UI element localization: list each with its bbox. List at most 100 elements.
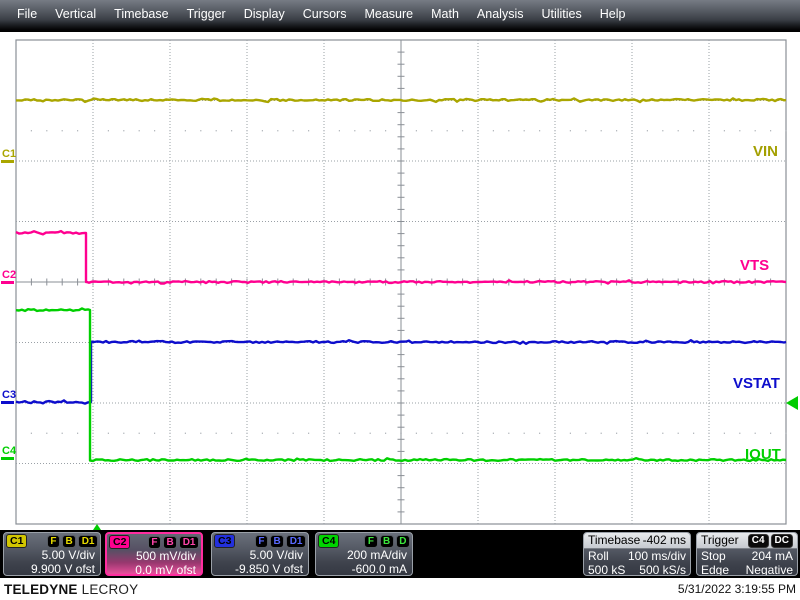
grid-dot (169, 130, 171, 132)
grid-dot (385, 432, 387, 434)
descriptor-toolbar: C1 F B D1 5.00 V/div 9.900 V ofst C2 F B D1 500 mV… (0, 530, 800, 578)
grid-dot (585, 432, 587, 434)
grid-dot (61, 130, 63, 132)
grid-dot (169, 432, 171, 434)
badge-f-c4: F (364, 534, 378, 548)
grid-dot (354, 432, 356, 434)
channel-marker-c1[interactable]: C1 (2, 148, 16, 160)
grid-dot (261, 432, 263, 434)
menu-item-utilities[interactable]: Utilities (532, 4, 590, 24)
badge-f-c1: F (46, 534, 60, 548)
trigger-level: 204 mA (751, 549, 793, 563)
grid-dot (446, 432, 448, 434)
timebase-samples: 500 kS (588, 563, 626, 576)
grid-dot (415, 432, 417, 434)
grid-dot (662, 432, 664, 434)
grid-dot (739, 432, 741, 434)
grid-dot (61, 432, 63, 434)
grid-dot (246, 432, 248, 434)
grid-dot (46, 130, 48, 132)
grid-dot (770, 432, 772, 434)
grid-dot (123, 130, 125, 132)
grid-dot (92, 130, 94, 132)
grid-dot (646, 432, 648, 434)
grid-dot (585, 130, 587, 132)
trigger-level-marker[interactable] (786, 396, 798, 410)
channel-marker-c2[interactable]: C2 (2, 269, 16, 281)
menu-item-math[interactable]: Math (422, 4, 468, 24)
grid-dot (123, 432, 125, 434)
channel-label-c3: C3 (214, 534, 236, 548)
menu-bar: File Vertical Timebase Trigger Display Cursor… (0, 0, 800, 32)
grid-dot (569, 432, 571, 434)
grid-dot (308, 432, 310, 434)
grid-dot (754, 130, 756, 132)
grid-dot (492, 432, 494, 434)
grid-dot (508, 432, 510, 434)
channel-marker-c4[interactable]: C4 (2, 445, 17, 457)
channel-scale-c3: 5.00 V/div (249, 548, 303, 562)
trigger-descriptor[interactable]: Trigger C4 DC Stop 204 mA Edge Negative (696, 532, 798, 576)
grid-dot (77, 432, 79, 434)
channel-marker-tick-c1[interactable] (1, 160, 14, 163)
oscilloscope-screen: File Vertical Timebase Trigger Display Cursor… (0, 0, 800, 600)
channel-marker-tick-c3[interactable] (1, 401, 14, 404)
grid-dot (723, 432, 725, 434)
grid-dot (200, 130, 202, 132)
channel-marker-tick-c4[interactable] (1, 457, 14, 460)
grid-dot (600, 130, 602, 132)
grid-dot (477, 432, 479, 434)
grid-dot (462, 130, 464, 132)
grid-dot (107, 130, 109, 132)
channel-offset-c3: -9.850 V ofst (234, 562, 303, 576)
channel-scale-c1: 5.00 V/div (41, 548, 95, 562)
menu-item-file[interactable]: File (8, 4, 46, 24)
channel-descriptor-c1[interactable]: C1 F B D1 5.00 V/div 9.900 V ofst (3, 532, 101, 576)
grid-dot (631, 130, 633, 132)
channel-descriptor-c3[interactable]: C3 F B D1 5.00 V/div -9.850 V ofst (211, 532, 309, 576)
grid-dot (785, 130, 787, 132)
grid-dot (569, 130, 571, 132)
menu-item-timebase[interactable]: Timebase (105, 4, 177, 24)
logo-teledyne: TELEDYNE (4, 581, 78, 597)
grid-dot (261, 130, 263, 132)
menu-item-analysis[interactable]: Analysis (468, 4, 533, 24)
grid-dot (184, 432, 186, 434)
menu-item-cursors[interactable]: Cursors (294, 4, 356, 24)
grid-dot (708, 130, 710, 132)
channel-marker-c3[interactable]: C3 (2, 389, 16, 401)
menu-item-vertical[interactable]: Vertical (46, 4, 105, 24)
timebase-descriptor[interactable]: Timebase -402 ms Roll 100 ms/div 500 kS … (583, 532, 691, 576)
menu-item-display[interactable]: Display (235, 4, 294, 24)
badge-d-c4: D (395, 534, 410, 548)
grid-dot (338, 432, 340, 434)
menu-item-trigger[interactable]: Trigger (178, 4, 235, 24)
grid-dot (92, 432, 94, 434)
grid-dot (138, 432, 140, 434)
menu-item-help[interactable]: Help (591, 4, 635, 24)
trace-label-vin: VIN (753, 143, 778, 160)
grid-dot (46, 432, 48, 434)
trigger-source-badge: C4 (747, 533, 769, 548)
channel-descriptor-c2[interactable]: C2 F B D1 500 mV/div 0.0 mV ofst (105, 532, 203, 576)
badge-d1-c2: D1 (179, 535, 199, 549)
channel-marker-tick-c2[interactable] (1, 281, 14, 284)
grid-dot (539, 130, 541, 132)
grid-dot (154, 432, 156, 434)
grid-dot (107, 432, 109, 434)
grid-dot (215, 432, 217, 434)
grid-dot (246, 130, 248, 132)
channel-scale-c2: 500 mV/div (135, 549, 196, 563)
channel-descriptor-c4[interactable]: C4 F B D 200 mA/div -600.0 mA (315, 532, 413, 576)
grid-dot (693, 130, 695, 132)
timebase-scale: 100 ms/div (627, 549, 686, 563)
grid-dot (693, 432, 695, 434)
timebase-mode: Roll (588, 549, 609, 563)
menu-item-measure[interactable]: Measure (355, 4, 422, 24)
grid-dot (631, 432, 633, 434)
grid-dot (184, 130, 186, 132)
grid-dot (523, 130, 525, 132)
channel-offset-c2: 0.0 mV ofst (135, 563, 196, 576)
grid-dot (554, 130, 556, 132)
grid-dot (770, 130, 772, 132)
